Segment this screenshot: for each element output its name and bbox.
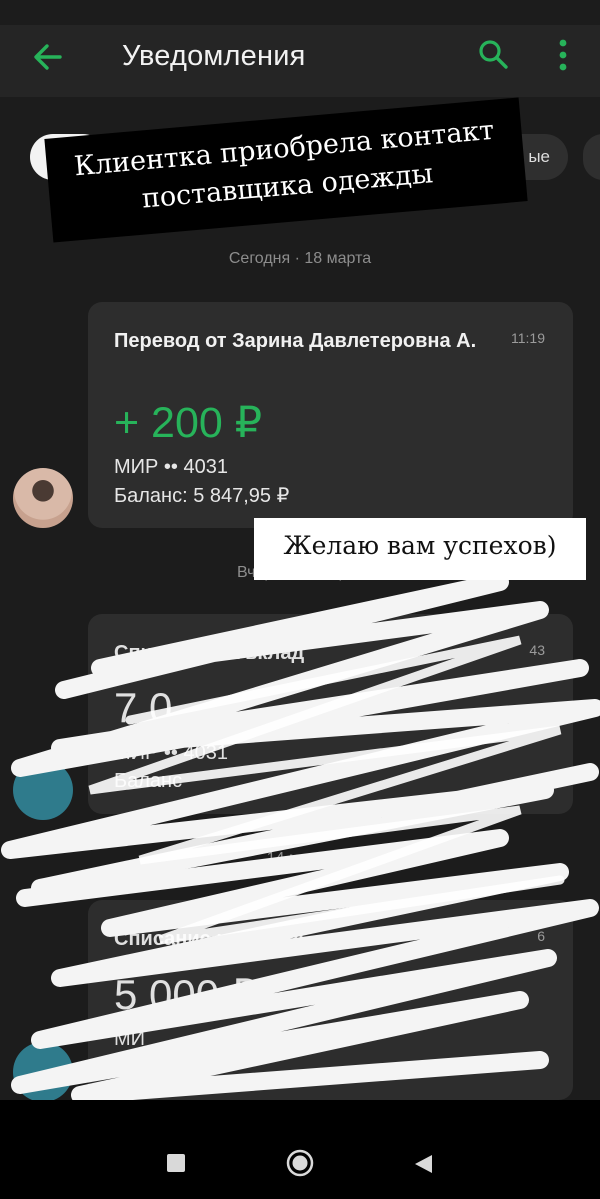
home-circle-icon[interactable] xyxy=(286,1149,314,1177)
date-header-today: Сегодня · 18 марта xyxy=(228,250,372,267)
card-amount: + 200 ₽ xyxy=(114,399,263,447)
notifications-screen: Уведомления Все ые Сегодня · 18 марта Пе… xyxy=(0,0,600,1100)
avatar xyxy=(13,468,73,528)
triangle-back-icon[interactable] xyxy=(412,1153,434,1175)
card-account: МИР •• 4031 xyxy=(114,742,228,764)
caption-sticker: Клиентка приобрела контакт поставщика од… xyxy=(44,97,528,243)
app-bar: Уведомления xyxy=(0,25,600,97)
card-time: 6 xyxy=(537,928,545,944)
wish-sticker: Желаю вам успехов) xyxy=(254,518,586,580)
card-account: МИР •• 4031 xyxy=(114,456,228,478)
card-amount: 5 000 ₽ xyxy=(114,971,258,1018)
card-account: МИ xyxy=(114,1028,146,1050)
notification-card[interactable]: Списание на вклад 43 7 0 МИР •• 4031 Бал… xyxy=(88,614,573,814)
card-title: Списание на вклад xyxy=(114,928,305,950)
notification-card[interactable]: Списание на вклад 6 5 000 ₽ МИ Балан xyxy=(88,900,573,1100)
card-balance: Баланс: 5 847,95 ₽ xyxy=(114,485,290,507)
notification-card[interactable]: Перевод от Зарина Давлетеровна А. 11:19 … xyxy=(88,302,573,528)
search-icon[interactable] xyxy=(476,37,510,71)
card-title: Перевод от Зарина Давлетеровна А. xyxy=(114,330,477,352)
more-vert-icon[interactable] xyxy=(548,35,578,75)
card-balance: Балан xyxy=(114,1056,173,1078)
square-icon[interactable] xyxy=(167,1154,185,1172)
arrow-left-icon[interactable] xyxy=(30,39,66,75)
card-balance: Баланс xyxy=(114,770,183,792)
filter-chip-4[interactable] xyxy=(583,134,600,180)
card-time: 11:19 xyxy=(511,330,545,346)
bank-avatar xyxy=(13,760,73,820)
card-title: Списание на вклад xyxy=(114,642,305,664)
date-header-older: 14 марта xyxy=(266,850,334,867)
card-amount: 7 0 xyxy=(114,684,173,731)
page-title: Уведомления xyxy=(122,40,306,72)
wish-text: Желаю вам успехов) xyxy=(283,531,557,560)
bank-avatar xyxy=(13,1042,73,1100)
card-time: 43 xyxy=(529,642,545,658)
